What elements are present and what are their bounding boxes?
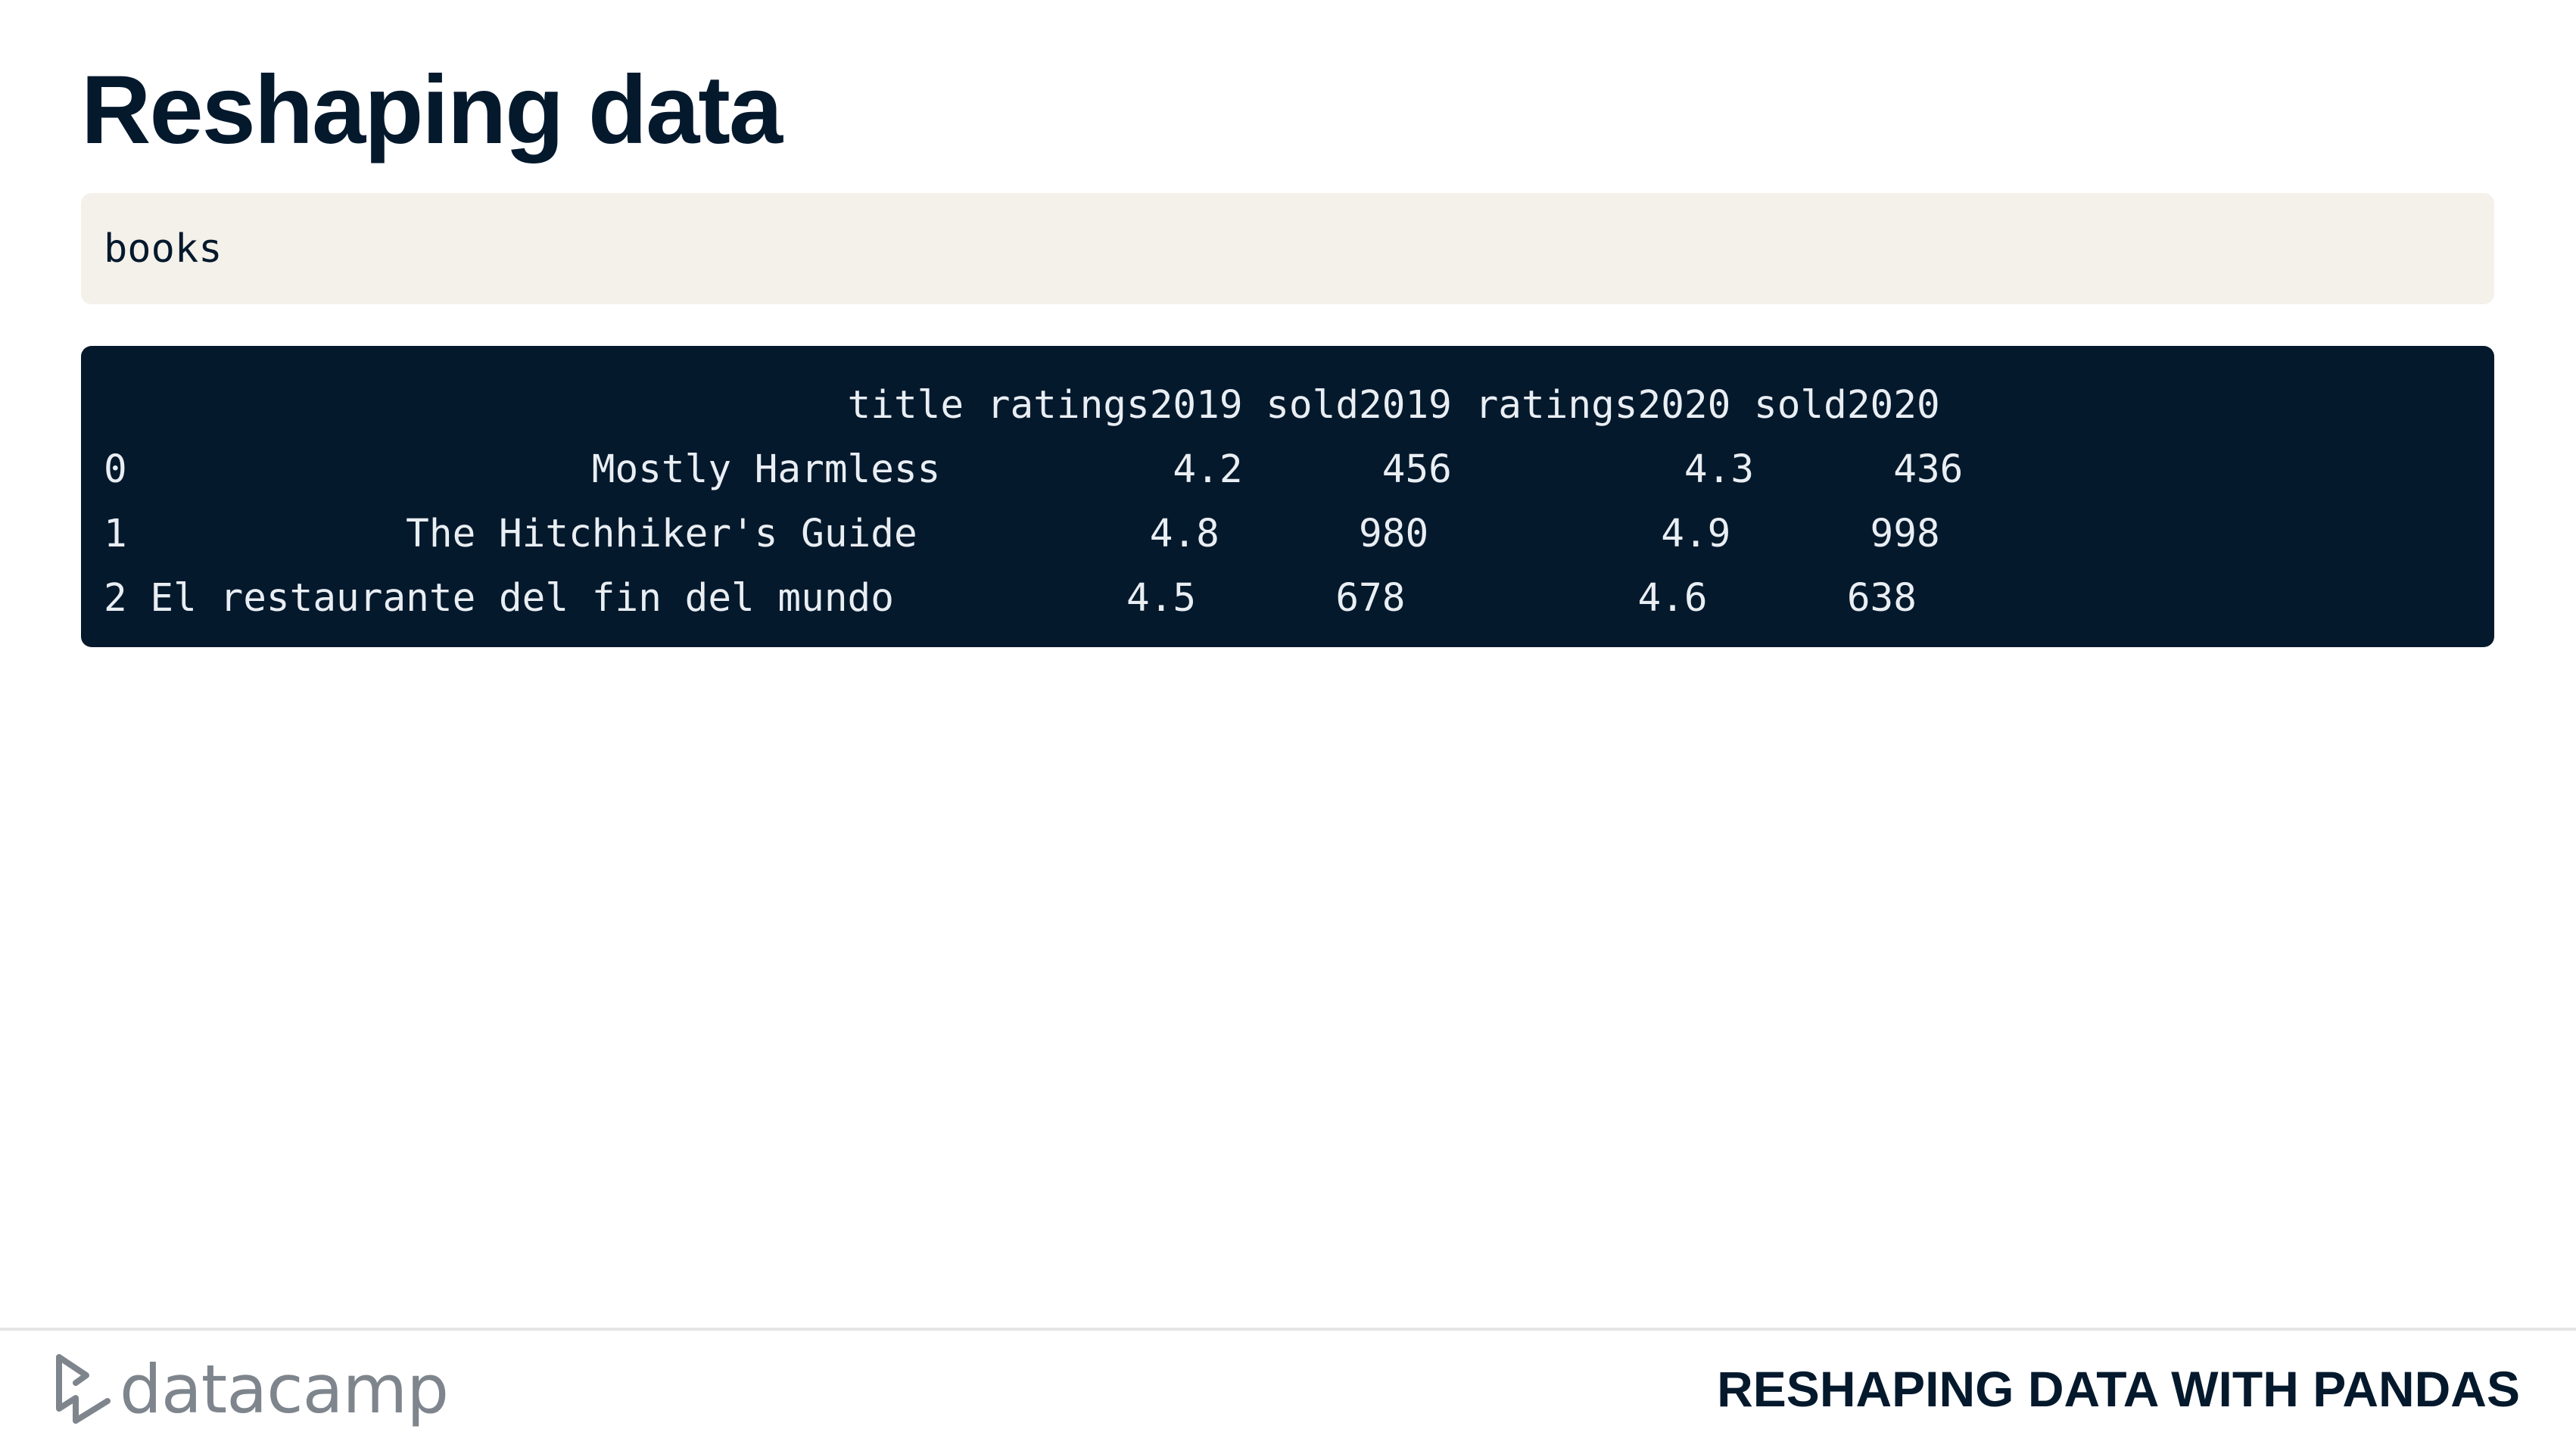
datacamp-logo: datacamp: [53, 1347, 449, 1431]
slide-title: Reshaping data: [81, 56, 783, 164]
dataframe-output: title ratings2019 sold2019 ratings2020 s…: [104, 383, 1964, 621]
datacamp-logo-icon: [56, 1354, 111, 1424]
footer-divider: [0, 1328, 2576, 1331]
code-output-block: title ratings2019 sold2019 ratings2020 s…: [81, 346, 2494, 647]
code-input-block: books: [81, 193, 2494, 304]
logo-wordmark: datacamp: [120, 1350, 449, 1428]
course-title: RESHAPING DATA WITH PANDAS: [1717, 1361, 2520, 1417]
code-input-text: books: [104, 226, 223, 272]
